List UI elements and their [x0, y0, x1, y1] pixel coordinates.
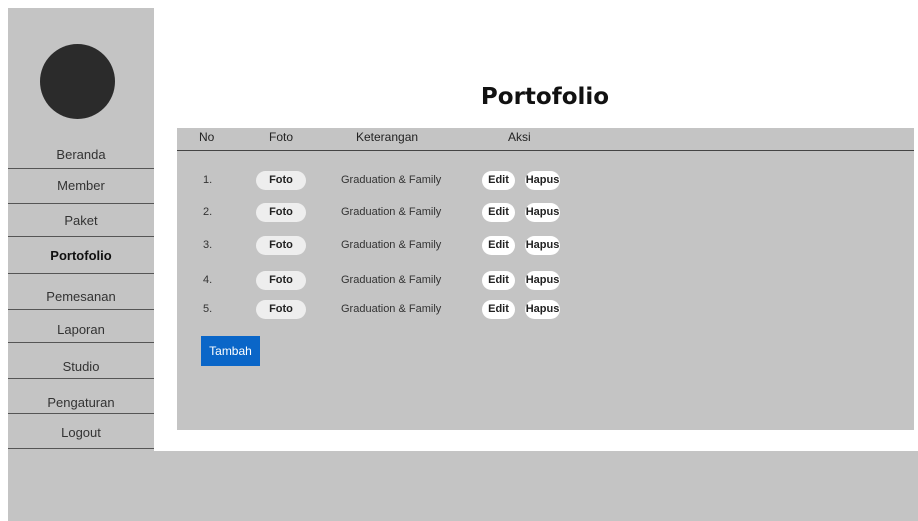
row-number: 5. [203, 303, 213, 315]
foto-button[interactable]: Foto [256, 271, 306, 290]
avatar[interactable] [40, 44, 115, 119]
edit-button[interactable]: Edit [482, 171, 515, 190]
column-header-keterangan: Keterangan [356, 130, 419, 144]
column-header-no: No [199, 130, 215, 144]
edit-button[interactable]: Edit [482, 271, 515, 290]
row-number: 1. [203, 174, 213, 186]
sidebar-item-member[interactable]: Member [8, 169, 154, 204]
row-keterangan: Graduation & Family [341, 303, 442, 315]
sidebar-item-laporan[interactable]: Laporan [8, 310, 154, 343]
table-row: 1. Foto Graduation & Family Edit Hapus [177, 171, 914, 191]
sidebar-nav: Beranda Member Paket Portofolio Pemesana… [8, 136, 154, 449]
sidebar-item-pemesanan[interactable]: Pemesanan [8, 274, 154, 310]
row-keterangan: Graduation & Family [341, 174, 442, 186]
sidebar-item-pengaturan[interactable]: Pengaturan [8, 379, 154, 414]
row-number: 4. [203, 274, 213, 286]
sidebar: Beranda Member Paket Portofolio Pemesana… [8, 8, 154, 451]
table-header: No Foto Keterangan Aksi [177, 128, 914, 151]
sidebar-item-portofolio[interactable]: Portofolio [8, 237, 154, 274]
edit-button[interactable]: Edit [482, 300, 515, 319]
foto-button[interactable]: Foto [256, 236, 306, 255]
column-header-aksi: Aksi [508, 130, 531, 144]
row-number: 3. [203, 239, 213, 251]
row-keterangan: Graduation & Family [341, 239, 442, 251]
page-title: Portofolio [480, 84, 610, 110]
row-keterangan: Graduation & Family [341, 206, 442, 218]
row-number: 2. [203, 206, 213, 218]
hapus-button[interactable]: Hapus [525, 171, 560, 190]
sidebar-item-beranda[interactable]: Beranda [8, 136, 154, 169]
table-row: 4. Foto Graduation & Family Edit Hapus [177, 271, 914, 291]
row-keterangan: Graduation & Family [341, 274, 442, 286]
hapus-button[interactable]: Hapus [525, 236, 560, 255]
table-row: 3. Foto Graduation & Family Edit Hapus [177, 236, 914, 256]
column-header-foto: Foto [269, 130, 294, 144]
foto-button[interactable]: Foto [256, 203, 306, 222]
foto-button[interactable]: Foto [256, 171, 306, 190]
sidebar-item-studio[interactable]: Studio [8, 343, 154, 379]
foto-button[interactable]: Foto [256, 300, 306, 319]
tambah-button[interactable]: Tambah [201, 336, 260, 366]
table-row: 5. Foto Graduation & Family Edit Hapus [177, 300, 914, 320]
edit-button[interactable]: Edit [482, 203, 515, 222]
hapus-button[interactable]: Hapus [525, 203, 560, 222]
hapus-button[interactable]: Hapus [525, 300, 560, 319]
footer-bar [8, 451, 918, 521]
sidebar-item-logout[interactable]: Logout [8, 414, 154, 449]
hapus-button[interactable]: Hapus [525, 271, 560, 290]
portfolio-table-panel: No Foto Keterangan Aksi 1. Foto Graduati… [177, 128, 914, 430]
sidebar-item-paket[interactable]: Paket [8, 204, 154, 237]
edit-button[interactable]: Edit [482, 236, 515, 255]
table-row: 2. Foto Graduation & Family Edit Hapus [177, 203, 914, 223]
